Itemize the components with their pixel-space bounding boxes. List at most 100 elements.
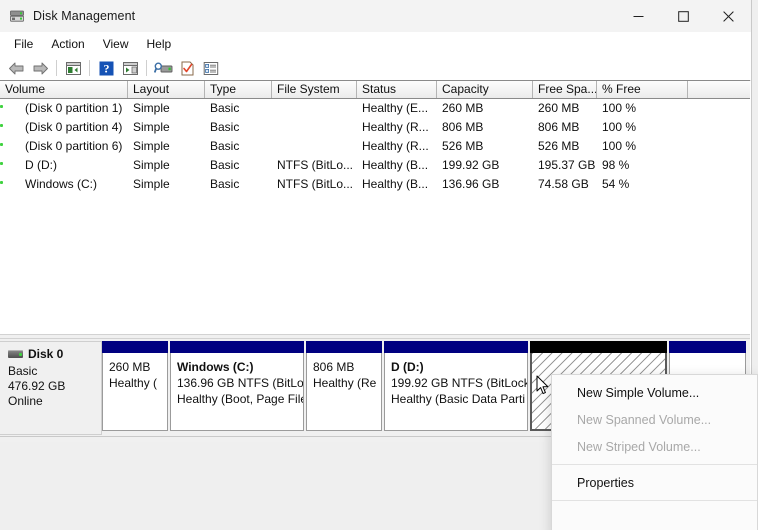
cell-free-space: 74.58 GB bbox=[538, 177, 589, 191]
menu-bar: File Action View Help bbox=[0, 32, 751, 56]
cell-capacity: 199.92 GB bbox=[442, 158, 500, 172]
partition-body: D (D:) 199.92 GB NTFS (BitLock Healthy (… bbox=[384, 353, 528, 431]
all-tasks-icon[interactable] bbox=[199, 57, 223, 79]
partition-capacity-bar bbox=[102, 341, 168, 353]
toolbar: ? bbox=[0, 56, 751, 81]
partition-title: D (D:) bbox=[391, 360, 424, 374]
cell-percent-free: 100 % bbox=[602, 120, 637, 134]
window-controls bbox=[616, 0, 751, 32]
disk-type: Basic bbox=[8, 364, 38, 378]
window-title: Disk Management bbox=[33, 9, 136, 23]
cell-percent-free: 98 % bbox=[602, 158, 630, 172]
partition-capacity-bar bbox=[306, 341, 382, 353]
partition-size: 136.96 GB NTFS (BitLocl bbox=[177, 376, 304, 390]
cell-volume-label: D (D:) bbox=[25, 158, 57, 172]
column-header-blank[interactable] bbox=[688, 81, 750, 98]
column-header-capacity[interactable]: Capacity bbox=[437, 81, 533, 98]
partition-size: 260 MB bbox=[109, 360, 151, 374]
partition-size: 806 MB bbox=[313, 360, 355, 374]
table-row[interactable]: (Disk 0 partition 6) Simple Basic Health… bbox=[0, 137, 750, 156]
column-header-layout[interactable]: Layout bbox=[128, 81, 205, 98]
cell-status: Healthy (R... bbox=[362, 139, 429, 153]
menu-item-action[interactable]: Action bbox=[42, 34, 93, 54]
table-row[interactable]: D (D:) Simple Basic NTFS (BitLo... Healt… bbox=[0, 156, 750, 175]
volume-list-header: Volume Layout Type File System Status Ca… bbox=[0, 80, 750, 99]
toolbar-separator bbox=[89, 60, 90, 76]
show-hide-console-tree-icon[interactable] bbox=[61, 57, 85, 79]
maximize-button[interactable] bbox=[661, 0, 706, 32]
partition-title: Windows (C:) bbox=[177, 360, 254, 374]
ctx-properties[interactable]: Properties bbox=[552, 469, 757, 496]
cell-capacity: 136.96 GB bbox=[442, 177, 500, 191]
context-menu-separator bbox=[552, 500, 757, 501]
cell-layout: Simple bbox=[133, 158, 170, 172]
menu-item-view[interactable]: View bbox=[94, 34, 138, 54]
cell-volume: D (D:) bbox=[0, 157, 128, 174]
cell-volume-label: (Disk 0 partition 4) bbox=[25, 120, 123, 134]
partition-body: 260 MB Healthy ( bbox=[102, 353, 168, 431]
disk-title: Disk 0 bbox=[8, 347, 101, 361]
help-icon[interactable]: ? bbox=[94, 57, 118, 79]
partition-4[interactable]: 806 MB Healthy (Re bbox=[306, 341, 382, 431]
disk-info-panel[interactable]: Disk 0 Basic 476.92 GB Online bbox=[0, 341, 102, 435]
column-header-status[interactable]: Status bbox=[357, 81, 437, 98]
ctx-new-simple-volume[interactable]: New Simple Volume... bbox=[552, 379, 757, 406]
cell-volume-label: Windows (C:) bbox=[25, 177, 98, 191]
table-row[interactable]: (Disk 0 partition 1) Simple Basic Health… bbox=[0, 99, 750, 118]
cell-free-space: 195.37 GB bbox=[538, 158, 596, 172]
cell-type: Basic bbox=[210, 120, 240, 134]
ctx-help[interactable] bbox=[552, 505, 757, 530]
disk-name: Disk 0 bbox=[28, 347, 64, 361]
partition-capacity-bar bbox=[384, 341, 528, 353]
cell-volume: (Disk 0 partition 4) bbox=[0, 119, 128, 136]
column-header-free-space[interactable]: Free Spa... bbox=[533, 81, 597, 98]
rescan-disks-icon[interactable] bbox=[151, 57, 175, 79]
disk-size: 476.92 GB bbox=[8, 379, 66, 393]
cell-volume: (Disk 0 partition 6) bbox=[0, 138, 128, 155]
cell-percent-free: 100 % bbox=[602, 139, 637, 153]
cell-volume-label: (Disk 0 partition 1) bbox=[25, 101, 123, 115]
show-hide-action-pane-icon[interactable] bbox=[118, 57, 142, 79]
column-header-file-system[interactable]: File System bbox=[272, 81, 357, 98]
cell-percent-free: 100 % bbox=[602, 101, 637, 115]
cell-capacity: 260 MB bbox=[442, 101, 484, 115]
context-menu-separator bbox=[552, 464, 757, 465]
menu-item-help[interactable]: Help bbox=[138, 34, 181, 54]
cell-layout: Simple bbox=[133, 120, 170, 134]
column-header-type[interactable]: Type bbox=[205, 81, 272, 98]
back-arrow-icon[interactable] bbox=[4, 57, 28, 79]
partition-d[interactable]: D (D:) 199.92 GB NTFS (BitLock Healthy (… bbox=[384, 341, 528, 431]
column-header-percent-free[interactable]: % Free bbox=[597, 81, 688, 98]
cell-file-system: NTFS (BitLo... bbox=[277, 158, 354, 172]
disk-icon bbox=[8, 350, 23, 358]
column-header-volume[interactable]: Volume bbox=[0, 81, 128, 98]
cell-volume: (Disk 0 partition 1) bbox=[0, 100, 128, 117]
minimize-button[interactable] bbox=[616, 0, 661, 32]
partition-1[interactable]: 260 MB Healthy ( bbox=[102, 341, 168, 431]
partition-status: Healthy (Basic Data Parti bbox=[391, 392, 526, 406]
toolbar-separator bbox=[146, 60, 147, 76]
volume-icon bbox=[4, 122, 20, 134]
close-button[interactable] bbox=[706, 0, 751, 32]
table-row[interactable]: (Disk 0 partition 4) Simple Basic Health… bbox=[0, 118, 750, 137]
cell-layout: Simple bbox=[133, 139, 170, 153]
partition-size: 199.92 GB NTFS (BitLock bbox=[391, 376, 528, 390]
volume-icon bbox=[4, 103, 20, 115]
cell-type: Basic bbox=[210, 177, 240, 191]
partition-windows-c[interactable]: Windows (C:) 136.96 GB NTFS (BitLocl Hea… bbox=[170, 341, 304, 431]
properties-icon[interactable] bbox=[175, 57, 199, 79]
cell-free-space: 526 MB bbox=[538, 139, 580, 153]
ctx-new-spanned-volume: New Spanned Volume... bbox=[577, 412, 712, 427]
partition-status: Healthy (Boot, Page File bbox=[177, 392, 304, 406]
cell-type: Basic bbox=[210, 101, 240, 115]
cell-free-space: 260 MB bbox=[538, 101, 580, 115]
partition-body: Windows (C:) 136.96 GB NTFS (BitLocl Hea… bbox=[170, 353, 304, 431]
cell-file-system: NTFS (BitLo... bbox=[277, 177, 354, 191]
table-row[interactable]: Windows (C:) Simple Basic NTFS (BitLo...… bbox=[0, 175, 750, 194]
forward-arrow-icon[interactable] bbox=[28, 57, 52, 79]
svg-text:?: ? bbox=[103, 61, 109, 75]
title-bar[interactable]: Disk Management bbox=[0, 0, 751, 32]
menu-item-file[interactable]: File bbox=[5, 34, 42, 54]
cell-capacity: 806 MB bbox=[442, 120, 484, 134]
cell-type: Basic bbox=[210, 158, 240, 172]
